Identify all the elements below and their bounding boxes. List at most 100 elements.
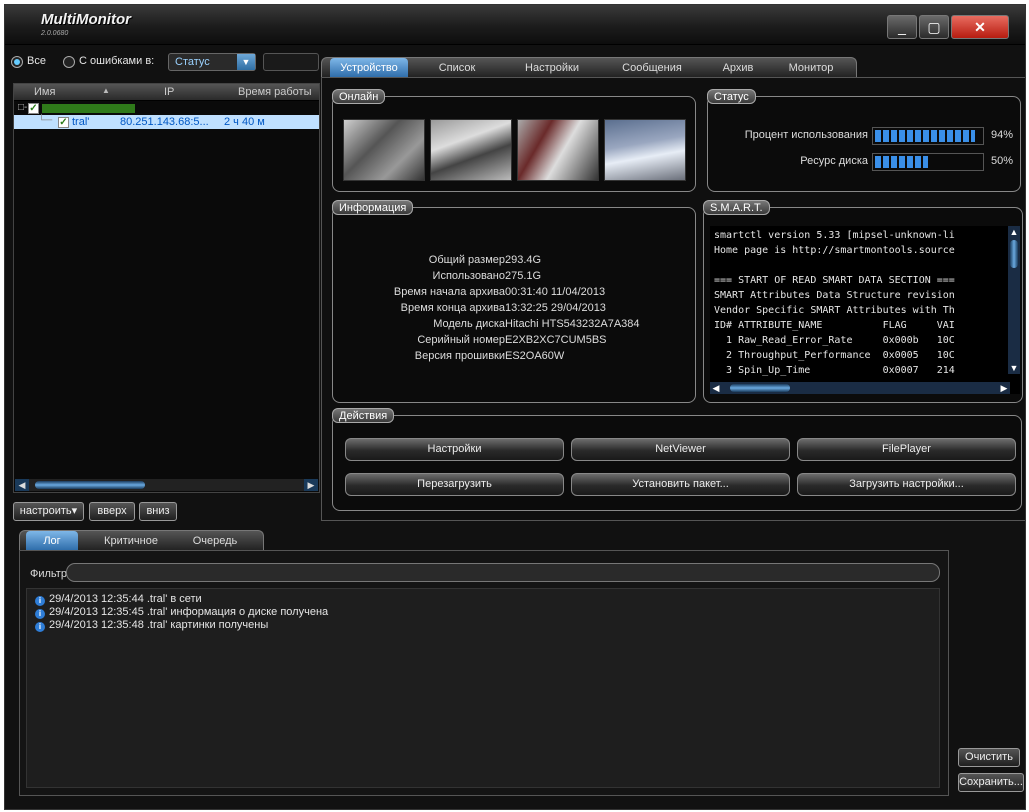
tree-collapse-icon[interactable]: □- [18, 102, 27, 113]
smart-line: 2 Throughput_Performance 0x0005 10C [714, 350, 955, 361]
radio-all-label[interactable]: Все [27, 55, 46, 67]
scroll-thumb[interactable] [35, 481, 145, 489]
title-bar[interactable]: MultiMonitor 2.0.0680 _ ▢ ✕ [5, 5, 1025, 45]
column-name[interactable]: Имя [34, 86, 55, 98]
tab-device[interactable]: Устройство [330, 58, 408, 78]
usage-meter-fill [875, 130, 975, 142]
camera-thumbnail-4[interactable] [604, 119, 686, 181]
smart-group: S.M.A.R.T. smartctl version 5.33 [mipsel… [703, 200, 1023, 403]
tab-log[interactable]: Лог [26, 531, 78, 551]
tree-header: Имя ▲ IP Время работы [14, 84, 319, 101]
move-up-button[interactable]: вверх [89, 502, 135, 521]
info-group: Информация Общий размер 293.4G Использов… [332, 200, 696, 403]
main-tabs: Устройство Список Настройки Сообщения Ар… [321, 57, 857, 78]
scroll-left-icon[interactable]: ◀ [710, 382, 722, 394]
online-group: Онлайн [332, 89, 696, 192]
smart-line: 3 Spin_Up_Time 0x0007 214 [714, 365, 955, 376]
scroll-up-icon[interactable]: ▲ [1008, 226, 1020, 238]
save-log-button[interactable]: Сохранить... [958, 773, 1024, 792]
tree-horizontal-scrollbar[interactable]: ◀ ▶ [15, 479, 318, 491]
maximize-icon: ▢ [927, 19, 941, 35]
minimize-button[interactable]: _ [887, 15, 917, 39]
scroll-down-icon[interactable]: ▼ [1008, 362, 1020, 374]
radio-errors-label[interactable]: С ошибками в: [79, 55, 154, 67]
close-button[interactable]: ✕ [951, 15, 1009, 39]
configure-button[interactable]: настроить▾ [13, 502, 84, 521]
column-ip[interactable]: IP [164, 86, 174, 98]
tab-archive[interactable]: Архив [708, 58, 768, 78]
info-value: ES2OA60W [505, 350, 565, 362]
status-filter-input[interactable] [263, 53, 319, 71]
info-value: E2XB2XC7CUM5BS [505, 334, 607, 346]
list-item: i 29/4/2013 12:35:48 .tral' картинки полу… [35, 619, 268, 632]
usage-percent: 94% [991, 129, 1014, 141]
load-settings-button[interactable]: Загрузить настройки... [797, 473, 1016, 496]
smart-group-title: S.M.A.R.T. [703, 200, 770, 215]
log-tabs: Лог Критичное Очередь [19, 530, 264, 551]
tab-monitor[interactable]: Монитор [774, 58, 848, 78]
status-select[interactable]: Статус ▼ [168, 53, 256, 71]
column-uptime[interactable]: Время работы [238, 86, 312, 98]
disk-meter [872, 153, 984, 171]
camera-thumbnail-1[interactable] [343, 119, 425, 181]
smart-line: 1 Raw_Read_Error_Rate 0x000b 10C [714, 335, 955, 346]
tab-list[interactable]: Список [422, 58, 492, 78]
info-value: 275.1G [505, 270, 542, 282]
chevron-down-icon[interactable]: ▼ [237, 54, 255, 70]
log-list[interactable]: i 29/4/2013 12:35:44 .tral' в сети i 29/4/… [26, 588, 940, 788]
tab-settings[interactable]: Настройки [508, 58, 596, 78]
scroll-thumb[interactable] [1010, 240, 1018, 268]
fileplayer-button[interactable]: FilePlayer [797, 438, 1016, 461]
radio-errors[interactable] [63, 56, 75, 68]
move-down-button[interactable]: вниз [139, 502, 177, 521]
chevron-down-icon: ▾ [71, 505, 78, 517]
reboot-button[interactable]: Перезагрузить [345, 473, 564, 496]
camera-thumbnail-2[interactable] [430, 119, 512, 181]
netviewer-button[interactable]: NetViewer [571, 438, 790, 461]
scroll-right-icon[interactable]: ▶ [998, 382, 1010, 394]
app-version: 2.0.0680 [41, 30, 69, 37]
tree-branch-icon: └─ [38, 115, 53, 126]
maximize-button[interactable]: ▢ [919, 15, 949, 39]
camera-thumbnail-3[interactable] [517, 119, 599, 181]
root-status-bar [42, 104, 135, 113]
disk-percent: 50% [991, 155, 1014, 167]
info-label: Время конца архива [400, 302, 505, 314]
scroll-left-icon[interactable]: ◀ [15, 479, 29, 491]
smart-line: === START OF READ SMART DATA SECTION === [714, 275, 955, 286]
actions-group: Действия Настройки NetViewer FilePlayer … [332, 408, 1022, 511]
app-title: MultiMonitor [41, 11, 131, 28]
info-value: 13:32:25 29/04/2013 [505, 302, 606, 314]
smart-line: SMART Attributes Data Structure revision [714, 290, 955, 301]
tree-root-row[interactable]: □- ✓ [14, 102, 319, 115]
scroll-thumb[interactable] [730, 384, 790, 392]
smart-vertical-scrollbar[interactable]: ▲ ▼ [1008, 226, 1020, 374]
list-item: i 29/4/2013 12:35:44 .tral' в сети [35, 593, 202, 606]
smart-horizontal-scrollbar[interactable]: ◀ ▶ [710, 382, 1010, 394]
clear-log-button[interactable]: Очистить [958, 748, 1020, 767]
info-icon: i [35, 622, 45, 632]
disk-label: Ресурс диска [800, 155, 868, 167]
log-filter-input[interactable] [66, 563, 940, 582]
smart-output[interactable]: smartctl version 5.33 [mipsel-unknown-li… [710, 226, 1020, 394]
root-checkbox[interactable]: ✓ [28, 103, 39, 114]
radio-all[interactable] [11, 56, 23, 68]
smart-line: ID# ATTRIBUTE_NAME FLAG VAI [714, 320, 955, 331]
log-entry-text: 29/4/2013 12:35:48 .tral' картинки получ… [49, 619, 269, 631]
tab-messages[interactable]: Сообщения [606, 58, 698, 78]
device-tree[interactable]: Имя ▲ IP Время работы □- ✓ └─ ✓ tral' 80… [13, 83, 320, 493]
table-row[interactable]: └─ ✓ tral' 80.251.143.68:5... 2 ч 40 м [14, 115, 319, 129]
tab-queue[interactable]: Очередь [180, 531, 250, 551]
info-label: Общий размер [428, 254, 505, 266]
list-item: i 29/4/2013 12:35:45 .tral' информация о … [35, 606, 328, 619]
settings-button[interactable]: Настройки [345, 438, 564, 461]
info-label: Время начала архива [393, 286, 505, 298]
device-checkbox[interactable]: ✓ [58, 117, 69, 128]
minimize-icon: _ [898, 19, 906, 35]
smart-line: Vendor Specific SMART Attributes with Th [714, 305, 955, 316]
tab-critical[interactable]: Критичное [92, 531, 170, 551]
install-package-button[interactable]: Установить пакет... [571, 473, 790, 496]
app-window: MultiMonitor 2.0.0680 _ ▢ ✕ Все С ошибка… [4, 4, 1026, 810]
status-select-value: Статус [175, 56, 210, 68]
scroll-right-icon[interactable]: ▶ [304, 479, 318, 491]
